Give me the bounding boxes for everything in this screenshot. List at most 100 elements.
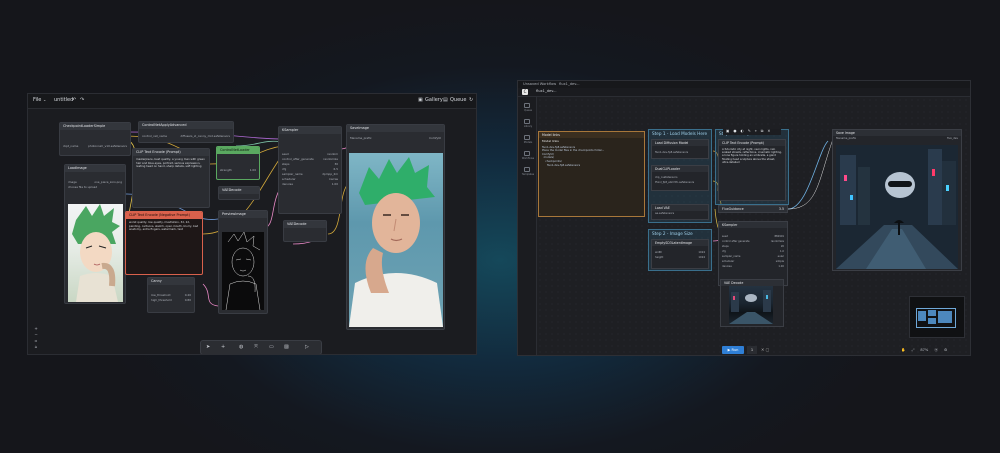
hand-icon[interactable]: ✋	[901, 346, 905, 354]
image-file-value[interactable]: one_piece_zoro.png	[94, 180, 122, 185]
minimap-node	[938, 311, 952, 323]
field-label: filename_prefix	[350, 136, 372, 140]
settings-icon[interactable]: ⚙	[944, 346, 947, 354]
batch-count[interactable]: 1	[747, 346, 757, 354]
node-title: FluxGuidance	[722, 207, 744, 211]
empty-latent-node[interactable]: EmptySD3LatentImage width 1024 height 1024	[651, 239, 709, 269]
fit-view-icon[interactable]: ⤢	[911, 346, 914, 354]
prompt-text[interactable]: masterpiece, best quality, a young man w…	[133, 156, 209, 171]
node-title: EmptySD3LatentImage	[652, 240, 708, 246]
canvas-controls: ✋ ⤢ 87% ⦿ ⚙	[901, 346, 969, 354]
minimap-node	[928, 318, 936, 324]
link-visibility-icon[interactable]: ⦿	[934, 346, 938, 354]
field-value[interactable]: 0.80	[185, 298, 191, 303]
run-label: Run	[731, 348, 739, 352]
edit-icon[interactable]: ✎	[748, 129, 751, 135]
vae-decode-2-node[interactable]: VAEDecode	[283, 220, 327, 242]
guidance-value[interactable]: 3.5	[779, 207, 784, 211]
field-label: strength	[220, 168, 232, 172]
node-title: ControlNetApplyAdvanced	[139, 122, 233, 129]
clip-text-encode-node[interactable]: CLIP Text Encode (Prompt) A futuristic c…	[718, 139, 786, 201]
minimap-node	[928, 310, 936, 316]
ksampler-fields: seed 882901 control after generate randomiz…	[719, 234, 787, 269]
city-scene-drawing	[836, 145, 958, 269]
node-toolbar: ▣ ● ◐ ✎ ⌖ ⧉ ✕	[723, 129, 781, 135]
select-icon[interactable]: ➤	[206, 344, 210, 350]
node-title: CLIP Text Encode (Negative Prompt)	[126, 212, 202, 219]
pin-icon[interactable]: ⌖	[755, 129, 757, 135]
group-title: Step 1 - Load Models Here	[652, 131, 708, 136]
controlnet-loader-node[interactable]: ControlNetLoader strength 1.00	[216, 146, 260, 180]
canny-node[interactable]: Canny low_threshold 0.40 high_threshold …	[147, 277, 195, 313]
node-title: PreviewImage	[219, 211, 267, 218]
field-label: denoise	[282, 182, 293, 186]
flux-guidance-node[interactable]: FluxGuidance 3.5	[718, 205, 788, 213]
delete-icon[interactable]: ✕	[767, 129, 770, 135]
zoom-controls: + − ▫ ⌂	[32, 326, 40, 352]
node-title: KSampler	[279, 127, 341, 134]
ksampler-node[interactable]: KSampler seed random control_after_generat…	[278, 126, 342, 214]
field-value[interactable]: 1.00	[778, 264, 784, 269]
image-icon[interactable]: ▨	[284, 344, 289, 350]
field-value[interactable]: flux_dev	[947, 136, 958, 141]
height-value[interactable]: 1024	[698, 255, 705, 260]
anime-face-drawing	[72, 204, 120, 302]
output-city-image	[836, 145, 958, 269]
node-title: KSampler	[719, 222, 787, 228]
field-value[interactable]: diffusers_xl_canny_mid.safetensors	[180, 134, 230, 139]
add-icon[interactable]: +	[221, 344, 225, 350]
vae-decode-node[interactable]: VAEDecode	[218, 186, 260, 200]
stop-icon[interactable]: ✕ ▢	[761, 346, 769, 354]
clip-negative-node[interactable]: CLIP Text Encode (Negative Prompt) worst…	[125, 211, 203, 275]
canny-edge-preview	[222, 231, 264, 311]
model-value[interactable]: flux1-dev-fp8.safetensors	[652, 150, 708, 155]
clip2-value[interactable]: t5xxl_fp8_e4m3fn.safetensors	[652, 180, 708, 185]
load-diffusion-model-node[interactable]: Load Diffusion Model flux1-dev-fp8.safet…	[651, 139, 709, 159]
field-value[interactable]: 1.00	[332, 182, 338, 187]
field-value[interactable]: ComfyUI	[429, 136, 441, 141]
home-icon[interactable]: ⌂	[32, 344, 40, 350]
left-comfy-window: File ⌄ untitled ↶ ↷ ▣ Gallery ▤ Queue ↻ …	[27, 93, 477, 355]
node-title: VAEDecode	[284, 221, 326, 228]
lock-icon[interactable]: ▭	[269, 344, 274, 350]
minimap[interactable]	[909, 296, 965, 338]
ksampler-node[interactable]: KSampler seed 882901 control after generat…	[718, 221, 788, 286]
ksampler-field-row[interactable]: denoise 1.00	[279, 182, 341, 187]
controlnet-apply-node[interactable]: ControlNetApplyAdvanced control_net_name…	[138, 121, 234, 143]
field-label: control_net_name	[142, 134, 168, 138]
run-button[interactable]: ▶ Run	[722, 346, 744, 354]
note-heading: Model links	[542, 139, 559, 143]
color-icon[interactable]: ◐	[741, 129, 744, 135]
negative-prompt-text[interactable]: worst quality, low quality, illustration…	[126, 219, 202, 234]
model-links-note[interactable]: Model links Model links flux1-dev-fp8.sa…	[538, 131, 645, 217]
height-label: height	[655, 256, 664, 259]
prompt-text[interactable]: A futuristic city at night, neon lights,…	[719, 146, 785, 166]
field-value[interactable]: 1.00	[250, 168, 256, 173]
node-title: SaveImage	[347, 125, 444, 132]
note-body[interactable]: flux1-dev-fp8.safetensors Place the mode…	[539, 146, 644, 170]
info-icon[interactable]: ●	[733, 129, 736, 135]
upload-button[interactable]: choose file to upload	[65, 185, 125, 190]
ksampler-fields: seed random control_after_generate randomiz…	[279, 152, 341, 187]
globe-icon[interactable]: ◍	[239, 344, 243, 350]
field-label: ckpt_name	[63, 144, 79, 148]
canvas-toolbar: ➤ + ◍ ⤧ ▭ ▨ ▷	[200, 340, 322, 354]
ckpt-value[interactable]: photonium_v10.safetensors	[88, 144, 127, 149]
checkpoint-loader-node[interactable]: CheckpointLoaderSimple ckpt_name photoni…	[59, 122, 131, 156]
copy-icon[interactable]: ⧉	[761, 129, 764, 135]
node-title: ControlNetLoader	[217, 147, 259, 154]
portrait-drawing	[349, 157, 443, 327]
play-icon[interactable]: ▷	[305, 344, 309, 350]
vae-value[interactable]: ae.safetensors	[652, 211, 708, 216]
fit-icon[interactable]: ⤧	[254, 344, 258, 350]
bypass-icon[interactable]: ▣	[726, 129, 729, 135]
load-vae-node[interactable]: Load VAE ae.safetensors	[651, 204, 709, 220]
right-comfy-window: Unsaved Workflow flux1_dev... C flux1_de…	[517, 80, 971, 356]
field-label: high_threshold	[151, 298, 172, 302]
edge-lines-drawing	[225, 231, 261, 311]
zoom-level[interactable]: 87%	[920, 346, 928, 354]
field-label: filename_prefix	[836, 137, 857, 140]
ksampler-field-row[interactable]: denoise 1.00	[719, 264, 787, 269]
dual-clip-loader-node[interactable]: DualCLIPLoader clip_l.safetensors t5xxl_…	[651, 165, 709, 191]
clip-text-encode-node[interactable]: CLIP Text Encode (Prompt) masterpiece, b…	[132, 148, 210, 208]
